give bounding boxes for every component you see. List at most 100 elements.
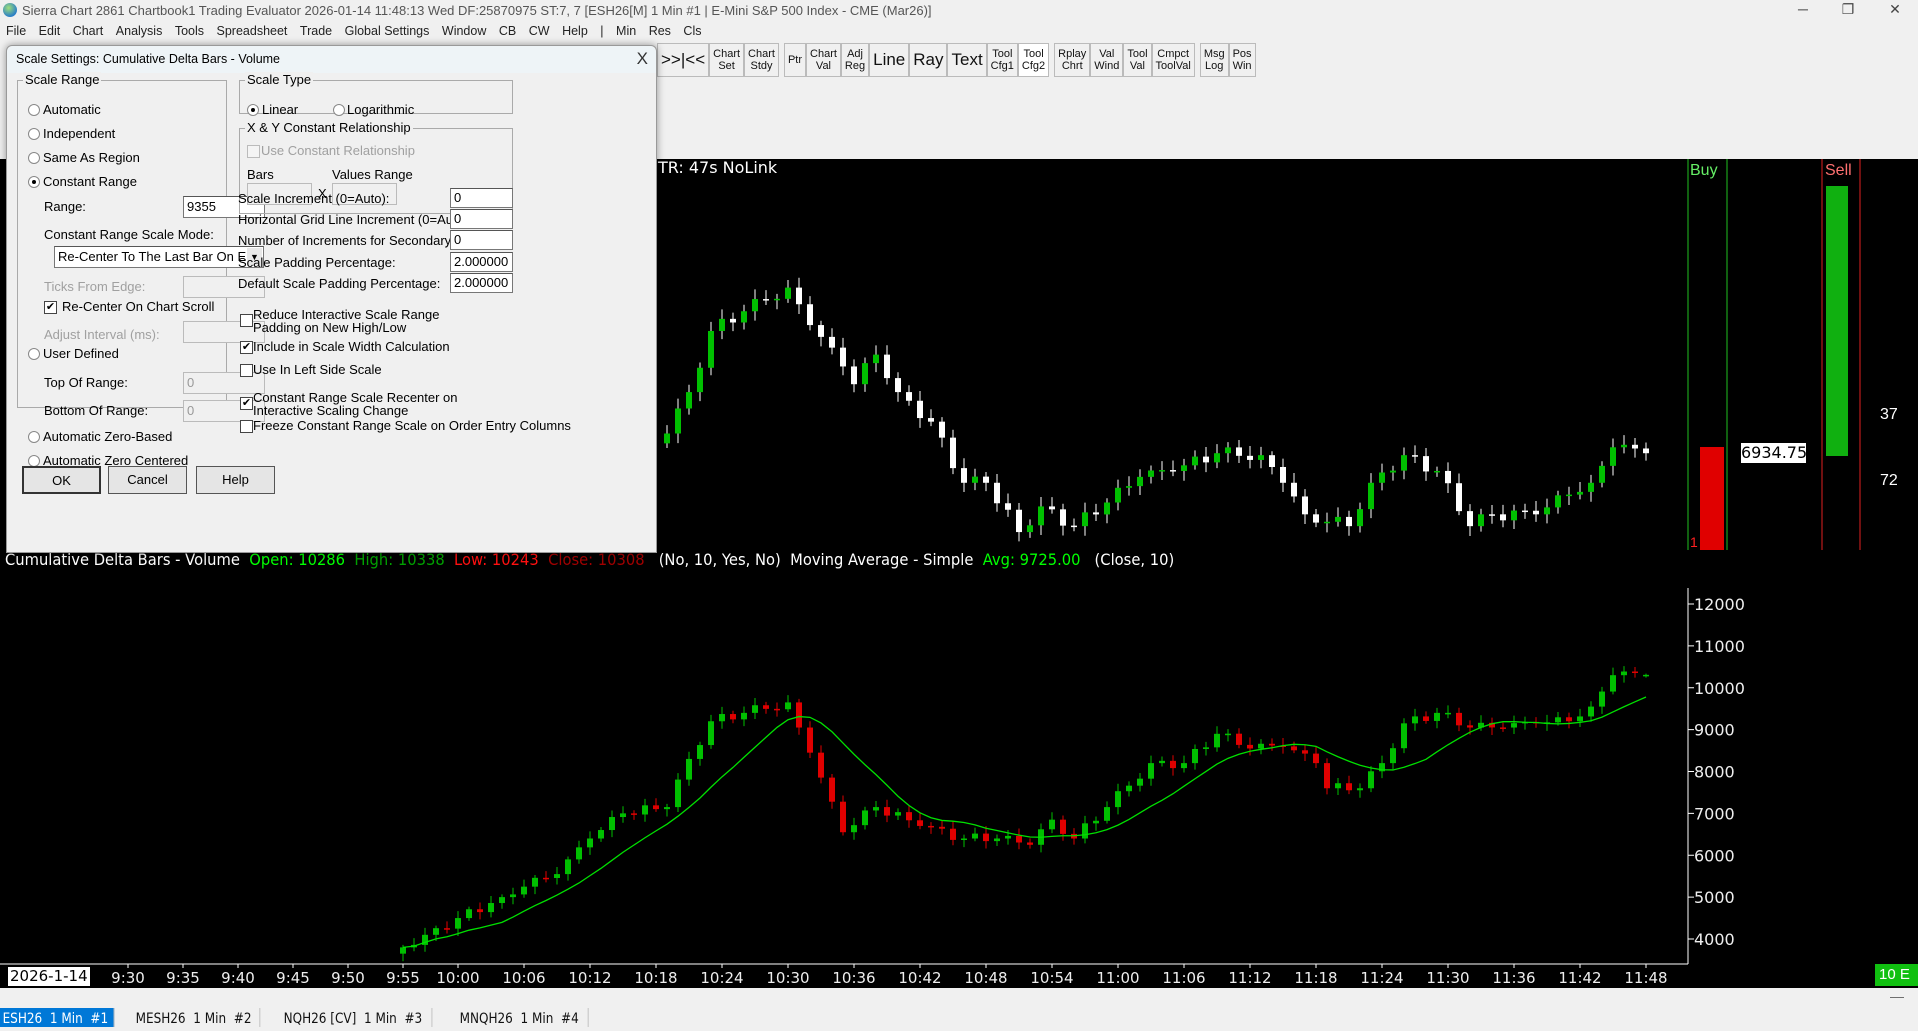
delta-candle-body <box>1599 691 1605 707</box>
price-candle-body <box>884 354 890 379</box>
price-candle-body <box>1511 510 1517 521</box>
help-button[interactable]: Help <box>196 466 275 494</box>
field-input[interactable]: 0 <box>450 209 513 230</box>
price-candle-body <box>708 330 714 368</box>
price-candle-body <box>1621 444 1627 448</box>
ok-button[interactable]: OK <box>22 466 101 494</box>
delta-candle-body <box>1214 733 1220 748</box>
price-candle-body <box>1467 511 1473 527</box>
delta-candle-body <box>466 909 472 919</box>
delta-candle-body <box>1610 675 1616 692</box>
delta-candle-body <box>708 721 714 746</box>
price-candle-body <box>950 437 956 469</box>
delta-candle-body <box>972 833 978 839</box>
delta-candle-body <box>1203 747 1209 749</box>
delta-candle-body <box>917 820 923 826</box>
dialog-title-bar[interactable]: Scale Settings: Cumulative Delta Bars - … <box>7 46 656 73</box>
delta-candle-body <box>1082 823 1088 839</box>
label-constant-range: Constant Range <box>43 174 137 189</box>
delta-tick-label: 12000 <box>1694 595 1745 614</box>
price-candle-body <box>851 366 857 385</box>
field-input[interactable]: 0 <box>450 230 513 251</box>
time-tick-label: 10:06 <box>502 969 545 987</box>
radio-automatic-zero-based[interactable] <box>28 431 40 443</box>
delta-candle-body <box>1137 778 1143 786</box>
delta-candle-body <box>1247 744 1253 749</box>
delta-candle-body <box>719 714 725 722</box>
delta-candle-body <box>1401 723 1407 749</box>
option-checkbox[interactable] <box>240 364 253 377</box>
time-tick-label: 10:30 <box>766 969 809 987</box>
radio-automatic[interactable] <box>28 104 40 116</box>
label-linear: Linear <box>262 102 299 117</box>
chart-tab[interactable]: MNQH26 1 Min #4 <box>457 1008 589 1027</box>
side-number: 72 <box>1880 472 1898 489</box>
price-candle-body <box>1071 525 1077 528</box>
tabs-minimize-button[interactable]: — <box>1890 988 1904 1004</box>
delta-candle-body <box>620 813 626 818</box>
radio-user-defined[interactable] <box>28 348 40 360</box>
option-checkbox[interactable] <box>240 420 253 433</box>
delta-candle-body <box>994 838 1000 842</box>
radio-linear[interactable] <box>247 104 259 116</box>
scale-mode-select[interactable]: Re-Center To The Last Bar On E ▼ <box>54 246 264 268</box>
price-candle-body <box>1423 456 1429 472</box>
time-tick-label: 11:00 <box>1096 969 1139 987</box>
price-candle-body <box>1170 470 1176 472</box>
ma-avg: Avg: 9725.00 <box>982 550 1081 569</box>
delta-candle-body <box>686 758 692 780</box>
scale-mode-label: Constant Range Scale Mode: <box>44 227 214 242</box>
ma-params: (Close, 10) <box>1094 550 1175 569</box>
time-tick-label: 9:50 <box>331 969 365 987</box>
label-logarithmic: Logarithmic <box>347 102 415 117</box>
study-params: (No, 10, Yes, No) <box>658 550 781 569</box>
radio-logarithmic[interactable] <box>333 104 345 116</box>
field-input[interactable]: 0 <box>450 188 513 208</box>
price-candle-body <box>774 298 780 301</box>
radio-independent[interactable] <box>28 128 40 140</box>
scale-settings-dialog: Scale Settings: Cumulative Delta Bars - … <box>6 45 657 553</box>
field-input[interactable]: 2.000000 <box>450 272 513 293</box>
price-candle-body <box>1269 455 1275 467</box>
delta-candle-body <box>1148 763 1154 779</box>
radio-same-as-region[interactable] <box>28 152 40 164</box>
price-candle-body <box>1610 447 1616 466</box>
cancel-button[interactable]: Cancel <box>108 466 187 494</box>
recenter-on-scroll-checkbox[interactable]: ✔ <box>44 301 57 314</box>
price-candle-body <box>1368 482 1374 510</box>
delta-candle-body <box>1225 733 1231 736</box>
dialog-close-button[interactable]: X <box>637 49 648 69</box>
field-input[interactable]: 2.000000 <box>450 251 513 272</box>
delta-candle-body <box>565 859 571 875</box>
price-candle-body <box>972 476 978 483</box>
adjust-interval-label: Adjust Interval (ms): <box>44 327 160 342</box>
price-candle-body <box>1412 455 1418 457</box>
use-constant-relationship-checkbox[interactable] <box>247 145 260 158</box>
delta-tick-label: 5000 <box>1694 888 1735 907</box>
delta-candle-body <box>1588 706 1594 717</box>
dialog-title: Scale Settings: Cumulative Delta Bars - … <box>16 52 281 66</box>
price-candle-body <box>1302 496 1308 515</box>
price-tick-label: 6952.00 <box>1743 308 1813 328</box>
time-tick-label: 11:36 <box>1492 969 1535 987</box>
chart-tab[interactable]: ESH26 1 Min #1 <box>0 1008 115 1027</box>
option-checkbox[interactable] <box>240 314 253 327</box>
delta-candle-body <box>829 777 835 802</box>
delta-candle-body <box>1390 748 1396 764</box>
time-tick-label: 11:30 <box>1426 969 1469 987</box>
price-candle-body <box>1236 447 1242 456</box>
chart-tab[interactable]: MESH26 1 Min #2 <box>133 1008 261 1027</box>
delta-candle-body <box>400 947 406 954</box>
delta-candle-body <box>1170 760 1176 769</box>
delta-candle-body <box>477 909 483 913</box>
label-automatic-zero-based: Automatic Zero-Based <box>43 429 173 444</box>
radio-constant-range[interactable] <box>28 176 40 188</box>
delta-candle-body <box>961 838 967 840</box>
delta-candle-body <box>609 817 615 831</box>
option-checkbox[interactable]: ✔ <box>240 397 253 410</box>
option-checkbox[interactable]: ✔ <box>240 341 253 354</box>
price-candle-body <box>1577 491 1583 495</box>
chart-tab[interactable]: NQH26 [CV] 1 Min #3 <box>281 1008 433 1027</box>
delta-candle-body <box>697 745 703 759</box>
buy-volume-profile <box>1700 447 1724 550</box>
